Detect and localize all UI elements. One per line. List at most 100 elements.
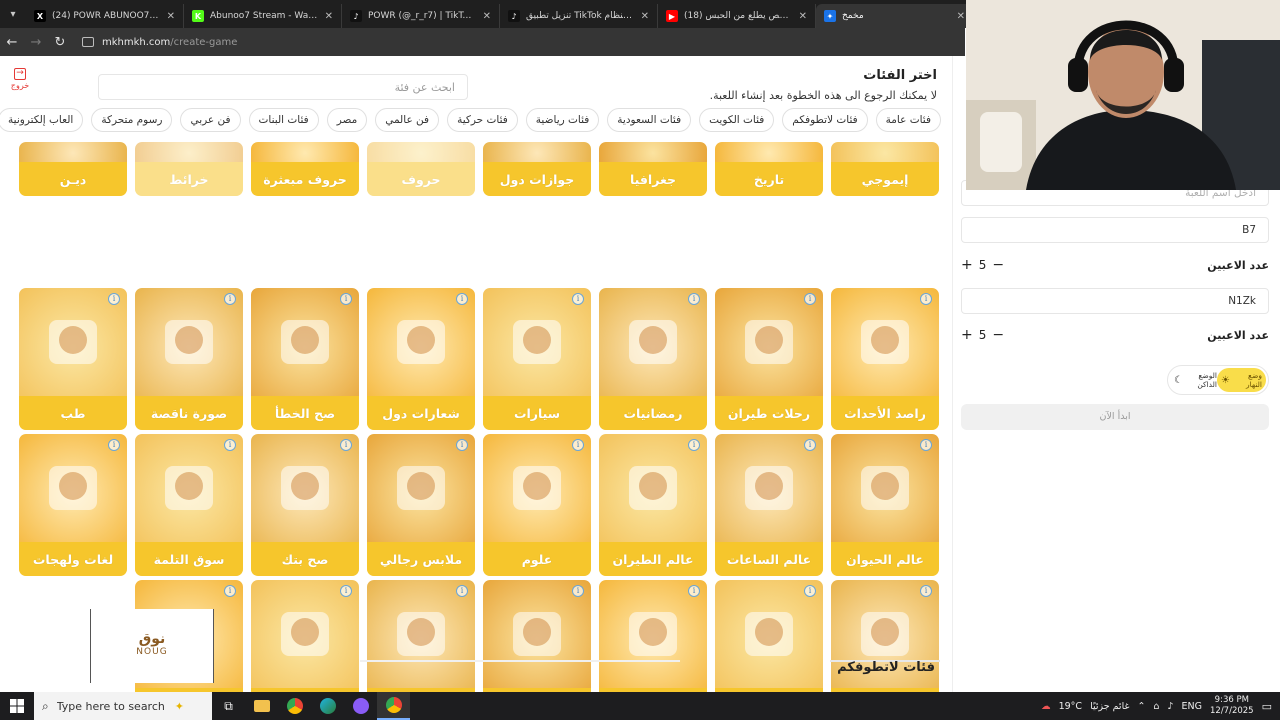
close-tab-icon[interactable]: ✕ — [957, 11, 965, 22]
category-card[interactable]: i علوم — [483, 434, 591, 576]
forward-arrow-icon[interactable]: → — [24, 35, 48, 50]
dark-mode-option[interactable]: الوضع الداكن ☾ — [1170, 371, 1217, 389]
category-filter-pill[interactable]: فن عربي — [180, 108, 241, 132]
info-icon[interactable]: i — [688, 293, 700, 305]
category-card[interactable]: i رمضانيات — [599, 288, 707, 430]
category-card[interactable]: i ملابس رجالي — [367, 434, 475, 576]
category-card[interactable]: i راصد الأحداث — [831, 288, 939, 430]
reload-icon[interactable]: ↻ — [48, 35, 72, 50]
category-filter-pill[interactable]: فئات الكويت — [699, 108, 775, 132]
category-card[interactable]: i صورة ناقصة — [135, 288, 243, 430]
category-card[interactable]: i صح بتك — [251, 434, 359, 576]
category-card[interactable]: i صح الخطأ — [251, 288, 359, 430]
weather-temp[interactable]: 19°C — [1059, 701, 1082, 712]
info-icon[interactable]: i — [920, 293, 932, 305]
info-icon[interactable]: i — [456, 585, 468, 597]
info-icon[interactable]: i — [920, 439, 932, 451]
taskbar-search-input[interactable] — [56, 699, 167, 713]
info-icon[interactable]: i — [340, 293, 352, 305]
category-card[interactable]: خرائط — [135, 142, 243, 196]
language-indicator[interactable]: ENG — [1182, 701, 1202, 712]
info-icon[interactable]: i — [804, 293, 816, 305]
category-card[interactable]: i عالم الساعات — [715, 434, 823, 576]
browser-tab[interactable]: K Abunoo7 Stream - Watch Live o ✕ — [184, 4, 342, 28]
discord-icon[interactable] — [344, 692, 377, 720]
category-card[interactable]: i شعارات دول — [367, 288, 475, 430]
category-filter-pill[interactable]: فئات السعودية — [607, 108, 692, 132]
team2-name-input[interactable]: N1Zk — [961, 288, 1269, 314]
info-icon[interactable]: i — [224, 585, 236, 597]
chrome-icon[interactable] — [278, 692, 311, 720]
category-card[interactable]: جغرافيا — [599, 142, 707, 196]
browser-tab[interactable]: ▶ (18) اخر شخص يطلع من الحبس ✕ — [658, 4, 816, 28]
category-card[interactable]: iمشهور أجنبي — [367, 580, 475, 692]
category-card[interactable]: iمعلومات عامة — [715, 580, 823, 692]
plus-button[interactable]: + — [961, 257, 973, 273]
info-icon[interactable]: i — [572, 585, 584, 597]
network-icon[interactable]: ⌂ — [1153, 701, 1159, 712]
file-explorer-icon[interactable] — [245, 692, 278, 720]
info-icon[interactable]: i — [688, 439, 700, 451]
close-tab-icon[interactable]: ✕ — [167, 11, 175, 22]
info-icon[interactable]: i — [108, 293, 120, 305]
info-icon[interactable]: i — [572, 439, 584, 451]
info-icon[interactable]: i — [804, 585, 816, 597]
info-icon[interactable]: i — [688, 585, 700, 597]
category-card[interactable]: iمشهور عربي — [251, 580, 359, 692]
category-filter-pill[interactable]: فئات رياضية — [525, 108, 600, 132]
category-filter-pill[interactable]: رسوم متحركة — [91, 108, 173, 132]
start-game-button[interactable]: ابدأ الآن — [961, 404, 1269, 430]
close-tab-icon[interactable]: ✕ — [325, 11, 333, 22]
category-filter-pill[interactable]: فن عالمي — [375, 108, 440, 132]
category-card[interactable]: i عالم الطيران — [599, 434, 707, 576]
category-filter-pill[interactable]: فئات عامة — [875, 108, 941, 132]
plus-button[interactable]: + — [961, 327, 973, 343]
task-view-icon[interactable]: ⧉ — [212, 692, 245, 720]
edge-icon[interactable] — [311, 692, 344, 720]
info-icon[interactable]: i — [804, 439, 816, 451]
category-search-input[interactable] — [99, 75, 467, 99]
info-icon[interactable]: i — [108, 439, 120, 451]
exit-button[interactable]: → خروج — [8, 68, 32, 90]
tab-search-icon[interactable]: ▾ — [0, 0, 26, 28]
info-icon[interactable]: i — [920, 585, 932, 597]
browser-tab[interactable]: ✦ مخمخ ✕ — [816, 4, 974, 28]
theme-toggle[interactable]: الوضع الداكن ☾ وضع النهار ☀ — [1167, 365, 1269, 395]
category-card[interactable]: حروف — [367, 142, 475, 196]
info-icon[interactable]: i — [340, 439, 352, 451]
notifications-icon[interactable]: ▭ — [1262, 700, 1272, 713]
minus-button[interactable]: − — [992, 257, 1004, 273]
category-filter-pill[interactable]: مصر — [326, 108, 368, 132]
category-card[interactable]: i رحلات طيران — [715, 288, 823, 430]
chrome-active-icon[interactable] — [377, 692, 410, 720]
clock[interactable]: 9:36 PM 12/7/2025 — [1210, 695, 1254, 717]
category-card[interactable]: iلغة الحب — [831, 580, 939, 692]
url-field[interactable]: mkhmkh.com/create-game — [82, 37, 237, 48]
category-card[interactable]: i سوق التلمة — [135, 434, 243, 576]
category-card[interactable]: جوازات دول — [483, 142, 591, 196]
browser-tab[interactable]: X (24) POWR ABUNOO7 على X: "ا ✕ — [26, 4, 184, 28]
category-card[interactable]: i عالم الحيوان — [831, 434, 939, 576]
info-icon[interactable]: i — [456, 293, 468, 305]
category-card[interactable]: تاريخ — [715, 142, 823, 196]
close-tab-icon[interactable]: ✕ — [799, 11, 807, 22]
category-card[interactable]: iمن أنا سياسيا — [483, 580, 591, 692]
info-icon[interactable]: i — [224, 293, 236, 305]
info-icon[interactable]: i — [224, 439, 236, 451]
close-tab-icon[interactable]: ✕ — [483, 11, 491, 22]
weather-text[interactable]: غائم جزئيًا — [1090, 701, 1129, 712]
close-tab-icon[interactable]: ✕ — [641, 11, 649, 22]
category-card[interactable]: iمن أنا؟ — [599, 580, 707, 692]
chevron-up-icon[interactable]: ⌃ — [1137, 701, 1145, 712]
category-card[interactable]: i طب — [19, 288, 127, 430]
windows-start-button[interactable] — [0, 692, 34, 720]
info-icon[interactable]: i — [572, 293, 584, 305]
browser-tab[interactable]: ♪ POWR (@_r_r7) | TikTok أبو سبيع ✕ — [342, 4, 500, 28]
category-card[interactable]: حروف مبعثرة — [251, 142, 359, 196]
category-card[interactable]: ديـن — [19, 142, 127, 196]
volume-icon[interactable]: ♪ — [1167, 701, 1173, 712]
weather-icon[interactable]: ☁ — [1041, 701, 1051, 712]
info-icon[interactable]: i — [456, 439, 468, 451]
category-card[interactable]: i سيارات — [483, 288, 591, 430]
browser-tab[interactable]: ♪ تنزيل تطبيق TikTok لنظام Android ✕ — [500, 4, 658, 28]
